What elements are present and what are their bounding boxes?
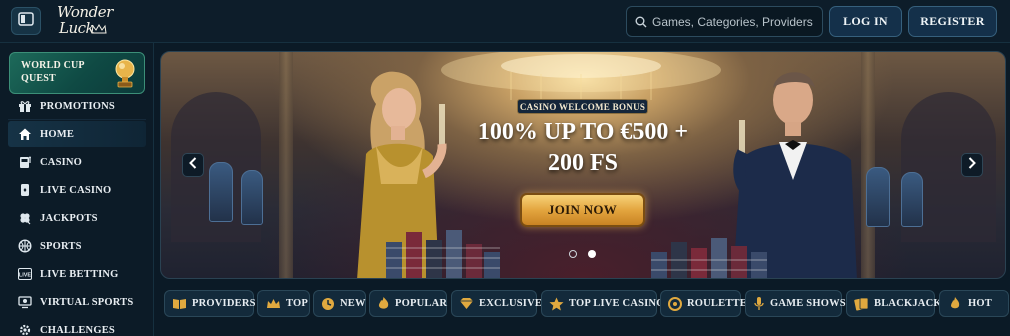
sidebar-item-sports[interactable]: SPORTS <box>8 233 146 259</box>
category-top[interactable]: TOP <box>257 290 310 317</box>
category-label: GAME SHOWS <box>770 298 846 309</box>
sidebar-item-label: LIVE CASINO <box>40 184 112 196</box>
divider <box>8 119 146 120</box>
diamond-icon <box>459 296 474 312</box>
category-new[interactable]: NEW <box>313 290 366 317</box>
live-icon: LIVE <box>17 266 33 282</box>
trophy-icon <box>111 58 139 95</box>
star-icon <box>549 296 564 312</box>
sidebar-item-live-casino[interactable]: LIVE CASINO <box>8 177 146 203</box>
sidebar-item-challenges[interactable]: CHALLENGES <box>8 317 146 336</box>
register-button[interactable]: REGISTER <box>908 6 997 37</box>
hot-icon <box>947 296 963 312</box>
book-icon <box>172 296 187 312</box>
sidebar-item-label: SPORTS <box>40 240 82 252</box>
category-label: HOT <box>968 298 992 309</box>
category-exclusive[interactable]: EXCLUSIVE <box>451 290 542 317</box>
world-cup-quest-card[interactable]: WORLD CUP QUEST <box>9 52 145 94</box>
sidebar-item-live-betting[interactable]: LIVE LIVE BETTING <box>8 261 146 287</box>
sidebar-item-label: VIRTUAL SPORTS <box>40 296 134 308</box>
sidebar-item-label: LIVE BETTING <box>40 268 119 280</box>
sidebar: WORLD CUP QUEST PROMOTIONS HOME CASINO L… <box>0 43 154 336</box>
sidebar-item-label: CHALLENGES <box>40 324 115 336</box>
casino-chips-stack-image <box>651 238 767 278</box>
search-box[interactable] <box>626 6 823 37</box>
roulette-icon <box>668 296 682 312</box>
category-bar: PROVIDERS TOP NEW POPULAR EXCLUSIVE TOP … <box>160 287 1010 321</box>
category-label: BLACKJACK <box>874 298 942 309</box>
category-blackjack[interactable]: BLACKJACK <box>846 290 942 317</box>
chevron-left-icon <box>189 156 197 174</box>
monitor-icon <box>17 294 33 310</box>
category-providers[interactable]: PROVIDERS <box>164 290 256 317</box>
banner-prev-button[interactable] <box>182 153 204 177</box>
cards-icon <box>17 182 33 198</box>
slot-machine-icon <box>17 154 33 170</box>
slide-indicator-dot-2[interactable] <box>588 250 596 258</box>
category-hot[interactable]: HOT <box>939 290 1009 317</box>
gift-icon <box>17 98 33 114</box>
category-label: POPULAR <box>395 298 448 309</box>
banner-headline-line1: 100% UP TO €500 + <box>477 119 689 145</box>
casino-chips-stack-image <box>386 230 500 278</box>
login-button[interactable]: LOG IN <box>829 6 902 37</box>
join-now-button[interactable]: JOIN NOW <box>520 193 645 227</box>
gear-icon <box>17 322 33 336</box>
category-roulette[interactable]: ROULETTE <box>660 290 747 317</box>
sidebar-item-label: HOME <box>40 128 75 140</box>
category-label: EXCLUSIVE <box>479 298 543 309</box>
slide-indicator-dot-1[interactable] <box>569 250 577 258</box>
site-logo[interactable]: Wonder Luck <box>55 4 117 38</box>
promo-card-title: WORLD CUP QUEST <box>21 60 85 84</box>
clock-icon <box>321 296 335 312</box>
chevron-right-icon <box>968 156 976 174</box>
top-header: Wonder Luck LOG IN REGISTER <box>0 0 1010 43</box>
home-icon <box>17 126 33 142</box>
banner-headline-line2: 200 FS <box>547 150 618 176</box>
category-label: PROVIDERS <box>192 298 256 309</box>
category-label: ROULETTE <box>687 298 747 309</box>
category-top-live-casino[interactable]: TOP LIVE CASINO <box>541 290 664 317</box>
welcome-bonus-badge: CASINO WELCOME BONUS <box>517 99 648 114</box>
sidebar-item-label: PROMOTIONS <box>40 100 115 112</box>
logo-crown-icon <box>91 24 107 34</box>
sidebar-item-promotions[interactable]: PROMOTIONS <box>8 93 146 119</box>
sidebar-item-home[interactable]: HOME <box>8 121 146 147</box>
category-popular[interactable]: POPULAR <box>369 290 447 317</box>
logo-text-line1: Wonder <box>57 3 113 21</box>
sidebar-item-label: CASINO <box>40 156 83 168</box>
sidebar-item-label: JACKPOTS <box>40 212 98 224</box>
slot-machine-decor <box>241 170 263 225</box>
category-label: TOP LIVE CASINO <box>569 298 665 309</box>
category-game-shows[interactable]: GAME SHOWS <box>745 290 846 317</box>
sidebar-toggle-button[interactable] <box>11 7 41 35</box>
flame-icon <box>377 296 390 312</box>
slot-machine-decor <box>209 162 233 222</box>
microphone-icon <box>753 296 765 312</box>
sidebar-item-virtual-sports[interactable]: VIRTUAL SPORTS <box>8 289 146 315</box>
basketball-icon <box>17 238 33 254</box>
sidebar-toggle-icon <box>18 11 34 31</box>
banner-next-button[interactable] <box>961 153 983 177</box>
search-icon <box>635 15 647 33</box>
svg-text:LIVE: LIVE <box>19 273 32 279</box>
blackjack-icon <box>854 296 869 312</box>
sidebar-item-jackpots[interactable]: JACKPOTS <box>8 205 146 231</box>
slot-machine-decor <box>901 172 923 227</box>
crown-icon <box>265 296 281 312</box>
banner-pillar-decor <box>279 52 293 278</box>
category-label: NEW <box>340 298 366 309</box>
category-label: TOP <box>286 298 308 309</box>
search-input[interactable] <box>652 12 817 32</box>
logo-text-line2: Luck <box>59 19 95 37</box>
sidebar-item-casino[interactable]: CASINO <box>8 149 146 175</box>
clover-icon <box>17 210 33 226</box>
